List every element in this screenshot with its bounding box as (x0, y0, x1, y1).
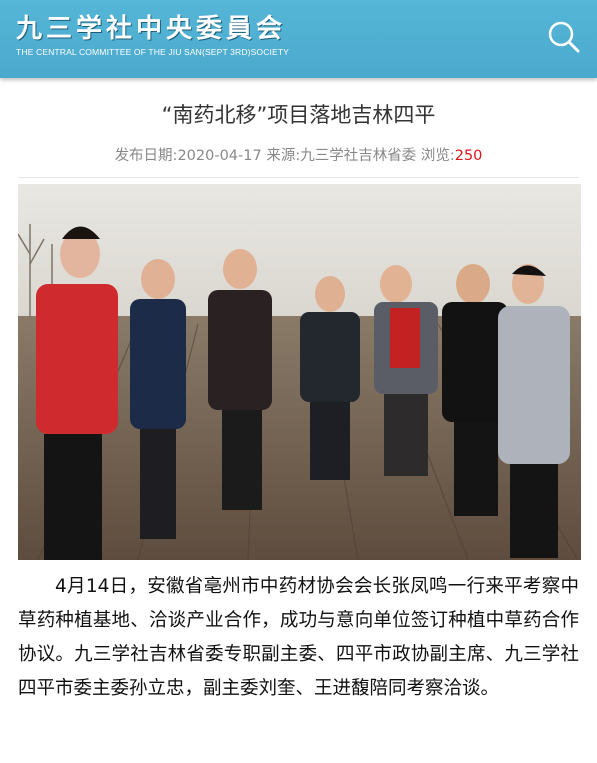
article-meta: 发布日期:2020-04-17 来源:九三学社吉林省委 浏览:250 (18, 144, 579, 178)
publish-label: 发布日期: (114, 148, 178, 164)
site-logo[interactable]: 九三学社中央委員会 THE CENTRAL COMMITTEE OF THE J… (16, 14, 289, 57)
logo-title: 九三学社中央委員会 (16, 14, 287, 44)
article-body: 4月14日，安徽省亳州市中药材协会会长张凤鸣一行来平考察中草药种植基地、洽谈产业… (18, 576, 579, 699)
logo-subtitle: THE CENTRAL COMMITTEE OF THE JIU SAN(SEP… (16, 47, 290, 57)
publish-date: 2020-04-17 (177, 148, 262, 164)
search-icon (548, 21, 580, 53)
search-button[interactable] (545, 18, 583, 56)
views-count: 250 (454, 148, 483, 164)
article: “南药北移”项目落地吉林四平 发布日期:2020-04-17 来源:九三学社吉林… (0, 100, 597, 706)
views-label: 浏览: (420, 148, 455, 164)
article-title: “南药北移”项目落地吉林四平 (161, 103, 436, 127)
article-photo (18, 184, 581, 560)
source-name: 九三学社吉林省委 (300, 148, 417, 164)
site-header: 九三学社中央委員会 THE CENTRAL COMMITTEE OF THE J… (0, 0, 597, 78)
source-label: 来源: (266, 148, 301, 164)
